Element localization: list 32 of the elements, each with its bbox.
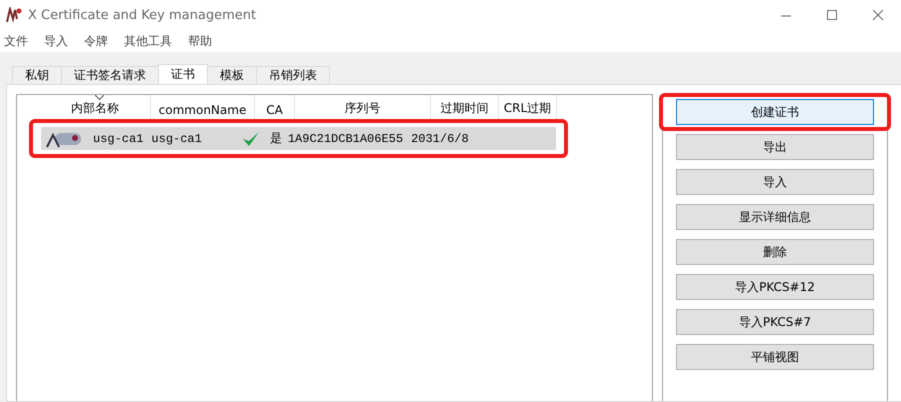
menu-item[interactable]: 文件: [2, 32, 36, 50]
window-title: X Certificate and Key management: [28, 8, 258, 22]
column-header[interactable]: 内部名称: [40, 95, 151, 119]
menu-item[interactable]: 帮助: [186, 32, 220, 50]
tab[interactable]: 吊销列表: [256, 66, 330, 84]
menu-item[interactable]: 导入: [42, 32, 76, 50]
action-button[interactable]: 导入: [676, 169, 874, 195]
action-button[interactable]: 删除: [676, 239, 874, 265]
table-cell: usg-ca1: [151, 132, 202, 146]
menu-item[interactable]: 其他工具: [122, 32, 180, 50]
column-header[interactable]: 过期时间: [431, 95, 499, 119]
column-header[interactable]: CRL过期: [499, 95, 557, 119]
action-button[interactable]: 显示详细信息: [676, 204, 874, 230]
app-logo-icon: [6, 7, 22, 23]
column-header[interactable]: 序列号: [295, 95, 431, 119]
table-cell: usg-ca1: [93, 132, 144, 146]
tab[interactable]: 模板: [207, 66, 257, 84]
action-button[interactable]: 导出: [676, 134, 874, 160]
menu-item[interactable]: 令牌: [82, 32, 116, 50]
action-button[interactable]: 创建证书: [676, 99, 874, 125]
action-button[interactable]: 平铺视图: [676, 344, 874, 370]
table-cell: 2031/6/8: [411, 132, 469, 146]
table-cell: 是: [270, 130, 282, 147]
column-header[interactable]: CA: [255, 95, 295, 119]
tab[interactable]: 证书: [158, 64, 208, 84]
action-button[interactable]: 导入PKCS#7: [676, 309, 874, 335]
tab[interactable]: 私钥: [12, 66, 62, 84]
sort-caret-icon: [95, 95, 104, 100]
action-button[interactable]: 导入PKCS#12: [676, 274, 874, 300]
table-row[interactable]: usg-ca1 usg-ca1 是 1A9C21DCB1A06E55 2031/6/8: [41, 127, 556, 150]
table-cell: 1A9C21DCB1A06E55: [288, 132, 404, 146]
column-header[interactable]: commonName: [151, 95, 255, 119]
